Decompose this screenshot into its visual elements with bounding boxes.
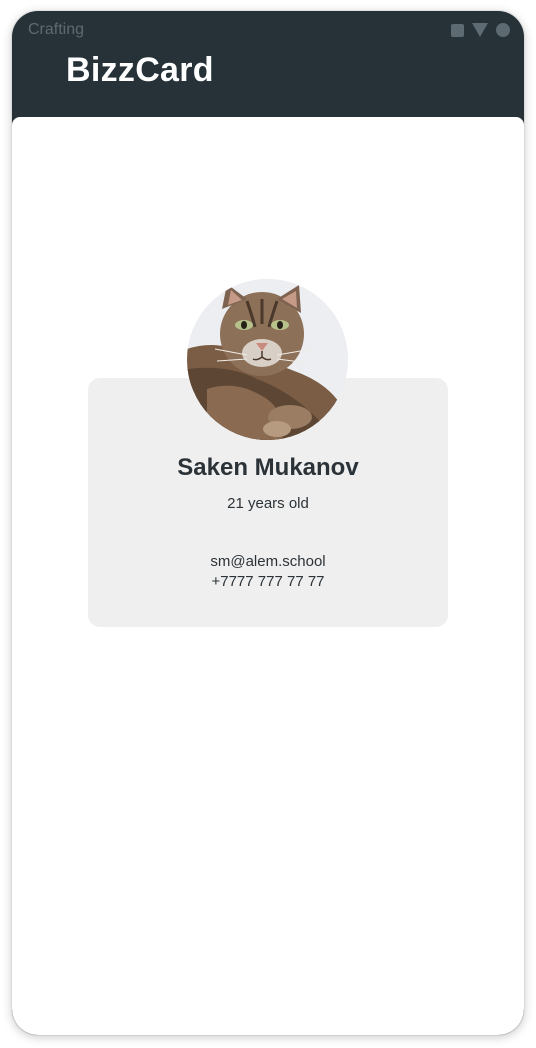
main-content: Saken Mukanov 21 years old sm@alem.schoo… bbox=[12, 117, 524, 1035]
circle-icon bbox=[496, 23, 510, 37]
triangle-icon bbox=[472, 23, 488, 37]
phone-frame: Crafting BizzCard Saken Mukanov 21 years… bbox=[12, 11, 524, 1035]
profile-phone: +7777 777 77 77 bbox=[211, 573, 325, 590]
status-bar: Crafting bbox=[12, 11, 524, 49]
profile-name: Saken Mukanov bbox=[177, 454, 359, 481]
cat-photo-icon bbox=[187, 279, 348, 440]
status-bar-title: Crafting bbox=[28, 21, 85, 38]
avatar bbox=[187, 279, 348, 440]
profile-age: 21 years old bbox=[227, 495, 309, 512]
app-bar-title: BizzCard bbox=[66, 51, 214, 89]
status-icons bbox=[451, 23, 510, 37]
profile-email: sm@alem.school bbox=[210, 553, 326, 570]
square-icon bbox=[451, 23, 464, 37]
